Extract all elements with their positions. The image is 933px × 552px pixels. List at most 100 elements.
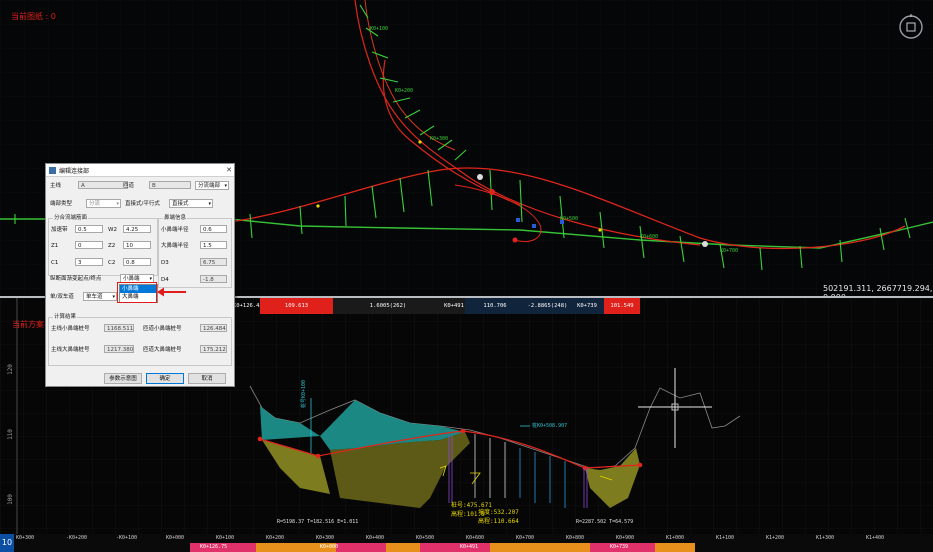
merge-diverge-select[interactable]: 分流 ▾ [86,199,121,208]
chainage-number-badge: 10 [0,534,14,552]
point-label-left: 桩号K0+100 [301,379,307,408]
tick-1: -K0+200 [66,535,88,541]
cursor-coordinates: 502191.311, 2667719.294, 0.000 [823,284,933,296]
tick-3: K0+000 [166,535,185,541]
lane-select[interactable]: 单车道 ▾ [83,292,117,301]
result-label-ramp-small: 匝道小鼻端桩号 [143,326,182,332]
merge-diverge-group-title: 分合流端筋面 [53,215,89,222]
chainage-axis: 10 K0+126.75 K0+000 K0+491 K0+739 K0+300… [0,534,933,552]
field-label-w2: W2 [108,227,117,233]
parameter-diagram-button[interactable]: 参数示意图 [104,373,142,384]
main-small-nose-stake[interactable]: 1168.5118 [104,324,134,332]
d3-field[interactable]: 6.75 [200,258,227,266]
field-label-d4: D4 [161,277,169,283]
result-label-main-large: 主线大鼻端桩号 [51,347,90,353]
vertical-curve-left: R=5198.37 T=182.516 E=1.011 [277,519,359,525]
chain-band-pink-2 [336,543,386,552]
svg-text:K0+200: K0+200 [395,88,413,94]
red-arrow-icon [157,287,186,297]
chain-band-orange-5 [655,543,695,552]
field-label-c1: C1 [51,260,59,266]
close-icon[interactable]: ✕ [224,166,234,174]
app-icon [49,166,56,174]
direct-parallel-label: 直接式/平行式 [125,201,160,207]
svg-text:K0+700: K0+700 [720,248,738,254]
field-label-small-nose: 小鼻端半径 [161,227,189,233]
chevron-down-icon: ▾ [224,183,227,189]
tick-16: K1+300 [816,535,835,541]
band-seg-7: 101.549 [604,298,640,314]
tick-6: K0+300 [316,535,335,541]
field-label-large-nose: 大鼻端半径 [161,243,189,249]
end-type-select[interactable]: 分流端部 ▾ [195,181,229,190]
tick-14: K1+100 [716,535,735,541]
c1-input[interactable]: 3 [75,258,103,266]
direct-type-select[interactable]: 直接式 ▾ [169,199,213,208]
tick-12: K0+900 [616,535,635,541]
viewcube-icon[interactable] [898,13,924,41]
ramp-large-nose-stake[interactable]: 175.2124 [200,345,227,353]
tick-17: K1+400 [866,535,885,541]
z2-input[interactable]: 10 [123,241,151,249]
chevron-down-icon: ▾ [112,294,115,300]
w2-input[interactable]: 4.25 [123,225,151,233]
edit-connection-dialog: 编辑连接部 ✕ 主线 A 匝道 B 分流端部 ▾ 端部类型 分流 ▾ 直接式/平行式… [45,163,235,387]
elevation-label-120: 120 [6,364,14,375]
large-nose-radius-input[interactable]: 1.5 [200,241,227,249]
tick-0: K0+300 [16,535,35,541]
annotation-elevation-2: 高程:110.664 [478,518,519,525]
elevation-label-100: 100 [6,494,14,505]
lane-label: 单/双车道 [50,294,74,300]
direct-type-value: 直接式 [172,201,189,207]
chain-band-label-0: K0+126.75 [200,544,228,550]
band-seg-6: K0+739 [570,298,604,314]
chevron-down-icon: ▾ [208,201,211,207]
field-label-z1: Z1 [51,243,59,249]
ramp-small-nose-stake[interactable]: 126.4844 [200,324,227,332]
main-line-field[interactable]: A [78,181,128,189]
chain-band-orange-4 [550,543,590,552]
chain-band-label-3: K0+739 [610,544,629,550]
band-seg-5: -2.8865(248) [525,298,570,314]
tick-7: K0+400 [366,535,385,541]
band-seg-2: 1.6005(262) [333,298,443,314]
band-seg-0: K0+126.484 [233,303,260,309]
tick-4: K0+100 [216,535,235,541]
ok-button[interactable]: 确定 [146,373,184,384]
result-group-title: 计算结果 [53,314,78,321]
z1-input[interactable]: 0 [75,241,103,249]
current-scheme-label: 当前方案 [12,320,44,329]
cancel-button[interactable]: 取消 [188,373,226,384]
chain-band-pink-3 [420,543,490,552]
nose-info-group-title: 鼻端信息 [163,215,188,222]
main-line-label: 主线 [50,183,62,189]
field-label-d3: D3 [161,260,169,266]
svg-text:K0+100: K0+100 [370,26,388,32]
dialog-titlebar[interactable]: 编辑连接部 ✕ [46,164,234,177]
svg-text:K0+600: K0+600 [640,234,658,240]
accel-input[interactable]: 0.5 [75,225,103,233]
band-seg-1: 109.613 [260,298,333,314]
small-nose-radius-input[interactable]: 0.6 [200,225,227,233]
c2-input[interactable]: 0.8 [123,258,151,266]
band-seg-4: 110.706 [465,298,525,314]
end-type-label: 端部类型 [50,201,73,207]
tick-2: -K0+100 [116,535,138,541]
ramp-field[interactable]: B [149,181,191,189]
dialog-title: 编辑连接部 [59,167,90,175]
elevation-label-110: 110 [6,429,14,440]
lane-value: 单车道 [86,294,103,300]
chain-band-label-1: K0+000 [320,544,339,550]
tick-13: K1+000 [666,535,685,541]
tick-10: K0+700 [516,535,535,541]
annotation-slope: 坡度:532.207 [478,509,519,516]
tick-9: K0+600 [466,535,485,541]
end-type-value: 分流端部 [198,183,221,189]
point-label-right: 桩K0+508.907 [532,423,568,429]
d4-field[interactable]: -1.8 [200,275,227,283]
tick-8: K0+500 [416,535,435,541]
main-large-nose-stake[interactable]: 1217.3803 [104,345,134,353]
result-label-main-small: 主线小鼻端桩号 [51,326,90,332]
svg-text:K0+300: K0+300 [430,136,448,142]
band-seg-3: K0+491 [443,298,465,314]
